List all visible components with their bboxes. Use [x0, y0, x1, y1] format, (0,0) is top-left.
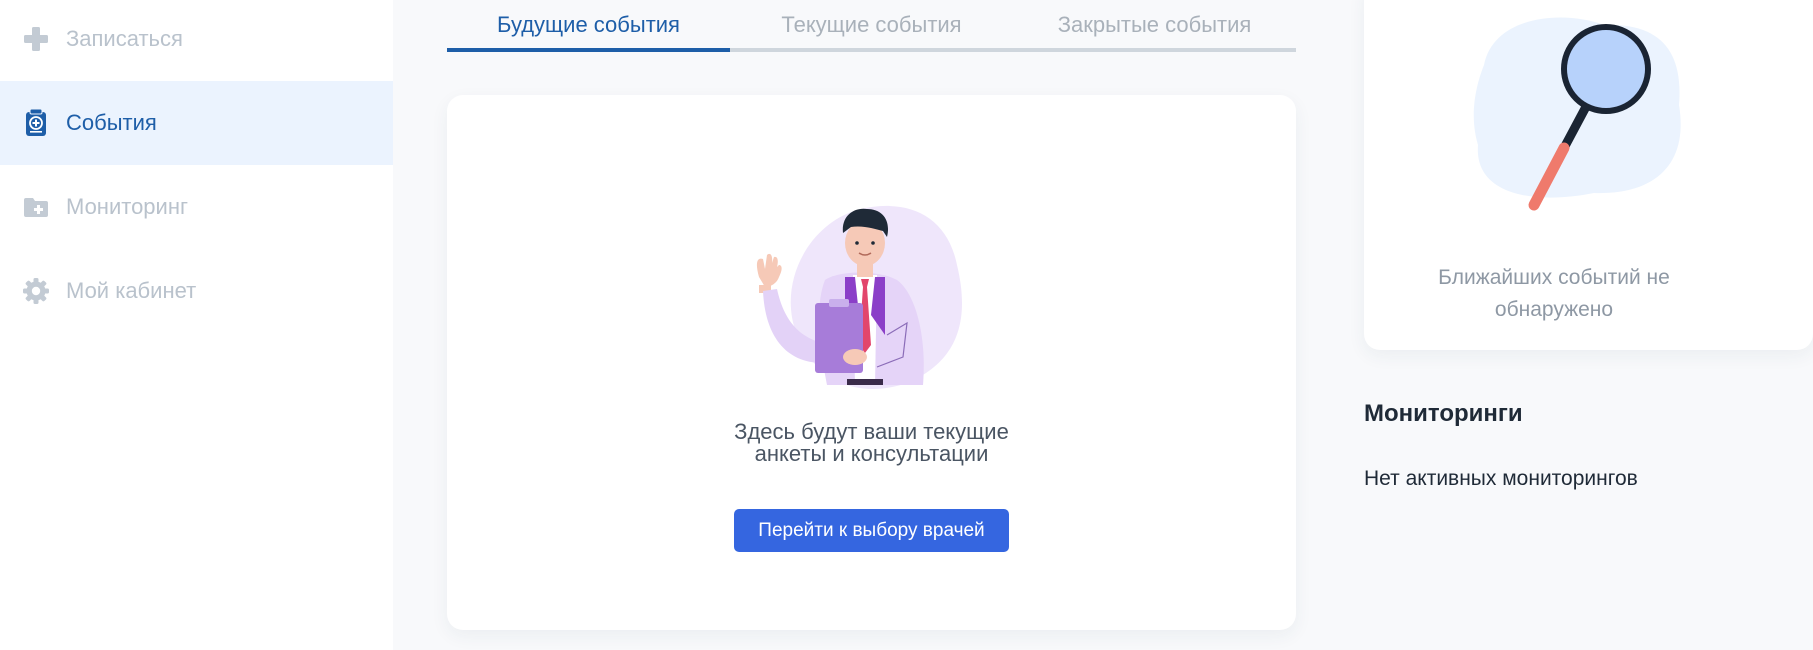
sidebar: Записаться События Мониторинг Мой кабине… [0, 0, 393, 650]
calendar-book-icon [22, 108, 50, 137]
monitorings-heading: Мониторинги [1364, 400, 1523, 427]
sidebar-item-events[interactable]: События [0, 81, 393, 165]
gear-icon [22, 277, 50, 305]
folder-plus-icon [22, 193, 50, 221]
nearby-message-line: обнаружено [1494, 298, 1614, 321]
tab-closed-events[interactable]: Закрытые события [1013, 12, 1296, 38]
empty-state-message: Здесь будут ваши текущие анкеты и консул… [447, 421, 1296, 465]
tab-future-events[interactable]: Будущие события [447, 12, 730, 38]
sidebar-item-label: Мониторинг [66, 194, 189, 219]
magnifier-illustration [1464, 5, 1704, 220]
sidebar-item-label: Мой кабинет [66, 278, 197, 303]
nearby-events-card: Ближайших событий не обнаружено [1364, 0, 1813, 350]
sidebar-item-cabinet[interactable]: Мой кабинет [0, 249, 393, 333]
nearby-events-empty-message: Ближайших событий не обнаружено [1424, 262, 1684, 326]
sidebar-item-signup[interactable]: Записаться [0, 0, 393, 81]
doctor-waving-illustration [737, 185, 1007, 400]
empty-message-line: Здесь будут ваши текущие [734, 419, 1009, 444]
events-tabs: Будущие события Текущие события Закрытые… [447, 0, 1296, 52]
sidebar-item-monitoring[interactable]: Мониторинг [0, 165, 393, 249]
sidebar-item-label: События [66, 110, 157, 135]
sidebar-item-label: Записаться [66, 26, 183, 51]
tab-current-events[interactable]: Текущие события [730, 12, 1013, 38]
nearby-message-line: Ближайших событий не [1438, 266, 1670, 289]
choose-doctor-button[interactable]: Перейти к выбору врачей [734, 509, 1009, 552]
empty-message-line: анкеты и консультации [754, 441, 989, 466]
active-tab-indicator [447, 48, 730, 52]
plus-icon [22, 25, 50, 53]
events-empty-card: Здесь будут ваши текущие анкеты и консул… [447, 95, 1296, 630]
monitorings-empty-message: Нет активных мониторингов [1364, 467, 1638, 490]
